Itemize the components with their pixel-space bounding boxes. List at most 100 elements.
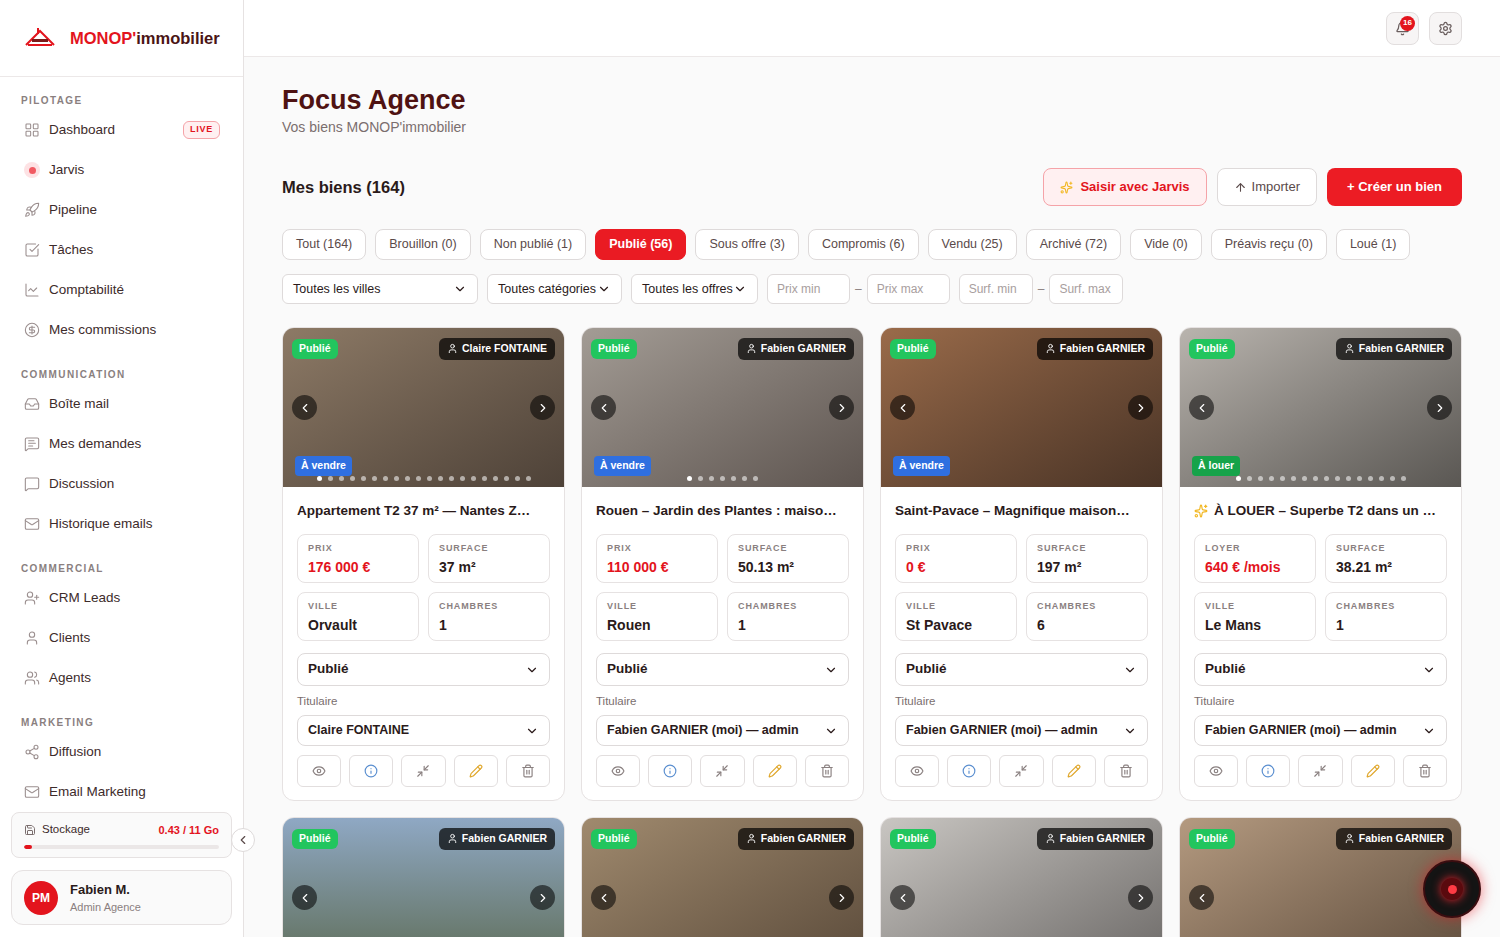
slide-dot[interactable]: [1236, 476, 1241, 481]
delete-button[interactable]: [506, 755, 550, 787]
status-select[interactable]: Publié: [1194, 653, 1447, 686]
sidebar-item[interactable]: Pipeline: [21, 190, 222, 230]
slide-dot[interactable]: [1280, 476, 1285, 481]
sidebar-item[interactable]: Email Marketing: [21, 772, 222, 812]
next-photo-button[interactable]: [1427, 395, 1452, 420]
sidebar-item[interactable]: Mes demandes: [21, 424, 222, 464]
status-tab[interactable]: Compromis (6): [808, 229, 919, 260]
prev-photo-button[interactable]: [1189, 885, 1214, 910]
slide-dot[interactable]: [1269, 476, 1274, 481]
slide-dot[interactable]: [1346, 476, 1351, 481]
next-photo-button[interactable]: [829, 885, 854, 910]
slide-dot[interactable]: [350, 476, 355, 481]
view-button[interactable]: [1194, 755, 1238, 787]
slide-dot[interactable]: [427, 476, 432, 481]
next-photo-button[interactable]: [530, 885, 555, 910]
next-photo-button[interactable]: [829, 395, 854, 420]
sidebar-item[interactable]: Boîte mail: [21, 384, 222, 424]
titulaire-select[interactable]: Fabien GARNIER (moi) — admin: [895, 715, 1148, 746]
slide-dot[interactable]: [438, 476, 443, 481]
status-tab[interactable]: Brouillon (0): [375, 229, 470, 260]
filter-select[interactable]: Toutes les offres: [631, 274, 758, 304]
slide-dot[interactable]: [328, 476, 333, 481]
slide-dot[interactable]: [1335, 476, 1340, 481]
titulaire-select[interactable]: Fabien GARNIER (moi) — admin: [1194, 715, 1447, 746]
card-title[interactable]: Appartement T2 37 m² — Nantes Z…: [297, 501, 550, 521]
property-photo[interactable]: PubliéFabien GARNIERÀ vendre: [582, 328, 863, 487]
property-photo[interactable]: PubliéFabien GARNIER: [582, 818, 863, 937]
slide-dot[interactable]: [405, 476, 410, 481]
next-photo-button[interactable]: [1128, 885, 1153, 910]
slide-dot[interactable]: [460, 476, 465, 481]
titulaire-select[interactable]: Claire FONTAINE: [297, 715, 550, 746]
sidebar-item[interactable]: Agents: [21, 658, 222, 698]
slide-dot[interactable]: [449, 476, 454, 481]
property-photo[interactable]: PubliéFabien GARNIERÀ vendre: [881, 328, 1162, 487]
slide-dot[interactable]: [383, 476, 388, 481]
status-tab[interactable]: Non publié (1): [480, 229, 587, 260]
status-tab[interactable]: Préavis reçu (0): [1211, 229, 1327, 260]
info-button[interactable]: [1246, 755, 1290, 787]
property-photo[interactable]: PubliéFabien GARNIER: [1180, 818, 1461, 937]
slide-dot[interactable]: [482, 476, 487, 481]
slide-dot[interactable]: [526, 476, 531, 481]
slide-dot[interactable]: [742, 476, 747, 481]
status-tab[interactable]: Tout (164): [282, 229, 366, 260]
view-button[interactable]: [297, 755, 341, 787]
user-card[interactable]: PMFabien M.Admin Agence: [11, 870, 232, 925]
sidebar-item[interactable]: Comptabilité: [21, 270, 222, 310]
slide-dot[interactable]: [515, 476, 520, 481]
sidebar-item[interactable]: Historique emails: [21, 504, 222, 544]
diffuse-button[interactable]: [700, 755, 744, 787]
sidebar-item[interactable]: Tâches: [21, 230, 222, 270]
slide-dot[interactable]: [1313, 476, 1318, 481]
edit-button[interactable]: [753, 755, 797, 787]
edit-button[interactable]: [1052, 755, 1096, 787]
diffuse-button[interactable]: [999, 755, 1043, 787]
prev-photo-button[interactable]: [1189, 395, 1214, 420]
status-tab[interactable]: Archivé (72): [1026, 229, 1121, 260]
slide-dot[interactable]: [753, 476, 758, 481]
card-title[interactable]: Saint-Pavace – Magnifique maison…: [895, 501, 1148, 521]
range-max-input[interactable]: [867, 274, 950, 304]
slide-dot[interactable]: [416, 476, 421, 481]
jarvis-button[interactable]: Saisir avec Jarvis: [1043, 168, 1206, 206]
sidebar-item[interactable]: Jarvis: [21, 150, 222, 190]
slide-dot[interactable]: [317, 476, 322, 481]
range-min-input[interactable]: [959, 274, 1033, 304]
sidebar-item[interactable]: CRM Leads: [21, 578, 222, 618]
delete-button[interactable]: [1104, 755, 1148, 787]
edit-button[interactable]: [454, 755, 498, 787]
status-tab[interactable]: Vendu (25): [928, 229, 1017, 260]
slide-dot[interactable]: [687, 476, 692, 481]
slide-dot[interactable]: [361, 476, 366, 481]
edit-button[interactable]: [1351, 755, 1395, 787]
slide-dot[interactable]: [504, 476, 509, 481]
range-min-input[interactable]: [767, 274, 850, 304]
prev-photo-button[interactable]: [890, 395, 915, 420]
delete-button[interactable]: [805, 755, 849, 787]
property-photo[interactable]: PubliéClaire FONTAINEÀ vendre: [283, 328, 564, 487]
import-button[interactable]: Importer: [1217, 168, 1317, 206]
status-tab[interactable]: Vide (0): [1130, 229, 1202, 260]
collapse-button[interactable]: [231, 828, 255, 852]
create-button[interactable]: + Créer un bien: [1327, 168, 1462, 206]
property-photo[interactable]: PubliéFabien GARNIERÀ louer: [1180, 328, 1461, 487]
info-button[interactable]: [947, 755, 991, 787]
info-button[interactable]: [648, 755, 692, 787]
next-photo-button[interactable]: [1128, 395, 1153, 420]
notifications-button[interactable]: 16: [1386, 12, 1419, 45]
status-tab[interactable]: Publié (56): [595, 229, 686, 260]
slide-dot[interactable]: [1291, 476, 1296, 481]
next-photo-button[interactable]: [530, 395, 555, 420]
settings-button[interactable]: [1429, 12, 1462, 45]
slide-dot[interactable]: [1324, 476, 1329, 481]
sidebar-item[interactable]: DashboardLIVE: [21, 110, 222, 150]
slide-dot[interactable]: [1247, 476, 1252, 481]
slide-dot[interactable]: [1357, 476, 1362, 481]
status-select[interactable]: Publié: [895, 653, 1148, 686]
slide-dot[interactable]: [1258, 476, 1263, 481]
property-photo[interactable]: PubliéFabien GARNIER: [881, 818, 1162, 937]
slide-dot[interactable]: [731, 476, 736, 481]
view-button[interactable]: [596, 755, 640, 787]
